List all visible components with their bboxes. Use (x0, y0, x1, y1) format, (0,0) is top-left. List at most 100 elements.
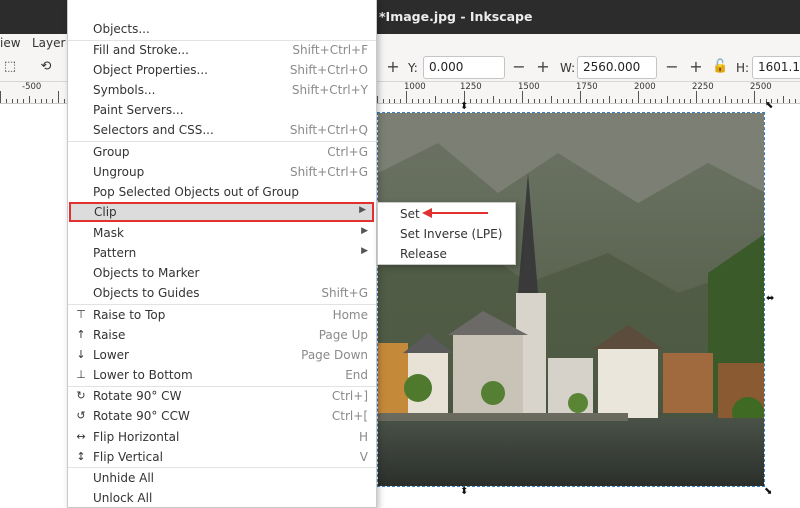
ruler-tick (626, 99, 627, 103)
ruler-tick (52, 99, 53, 103)
w-decrement-button[interactable]: − (660, 56, 684, 79)
ruler-tick (725, 96, 726, 103)
ruler-tick (557, 99, 558, 103)
menu-item-unlock-all[interactable]: Unlock All (68, 488, 376, 508)
submenu-item-release[interactable]: Release (378, 244, 515, 264)
menu-item-unhide-all[interactable]: Unhide All (68, 468, 376, 488)
ruler-tick (696, 91, 697, 103)
ruler-tick (592, 99, 593, 103)
menu-item-raise-to-top[interactable]: ⊤ Raise to Top Home (68, 305, 376, 325)
menu-item-fill-and-stroke[interactable]: Fill and Stroke... Shift+Ctrl+F (68, 40, 376, 60)
ruler-tick (481, 99, 482, 103)
menu-item-flip-vertical[interactable]: ↕ Flip Vertical V (68, 447, 376, 467)
ruler-tick (539, 99, 540, 103)
ruler-tick (551, 96, 552, 103)
ruler-tick (516, 99, 517, 103)
menu-item-symbols[interactable]: Symbols... Shift+Ctrl+Y (68, 80, 376, 100)
submenu-arrow-icon: ▶ (361, 226, 368, 236)
rotate-icon[interactable]: ⟲ (38, 59, 54, 75)
ruler-tick (748, 99, 749, 103)
ruler-tick (58, 91, 59, 103)
ruler-tick (493, 96, 494, 103)
ruler-tick (789, 99, 790, 103)
y-increment-button[interactable]: + (531, 56, 555, 79)
submenu-item-label: Set Inverse (LPE) (400, 227, 503, 241)
ruler-tick (742, 99, 743, 103)
x-increment-button[interactable]: + (381, 56, 405, 79)
menu-item-label: Objects to Guides (93, 286, 200, 300)
ruler-tick (737, 99, 738, 103)
ruler-tick (667, 96, 668, 103)
lower-icon: ↓ (76, 348, 86, 361)
window-title: *Image.jpg - Inkscape (379, 9, 533, 24)
menu-item-label: Paint Servers... (93, 103, 184, 117)
ruler-tick (400, 99, 401, 103)
ruler-tick (615, 99, 616, 103)
menu-item-label: Flip Horizontal (93, 430, 180, 444)
scale-handle-top[interactable]: ⬍ (460, 102, 468, 112)
menu-item-flip-horizontal[interactable]: ↔ Flip Horizontal H (68, 427, 376, 447)
menu-item-label: Ungroup (93, 165, 145, 179)
menu-layer[interactable]: Layer (32, 36, 65, 50)
menu-item-label: Rotate 90° CW (93, 389, 182, 403)
menu-item-label: Raise (93, 328, 126, 342)
ruler-tick (441, 99, 442, 103)
menu-item-lower-to-bottom[interactable]: ⊥ Lower to Bottom End (68, 365, 376, 385)
ruler-tick (586, 99, 587, 103)
menu-item-pop-out-of-group[interactable]: Pop Selected Objects out of Group (68, 182, 376, 202)
menu-item-ungroup[interactable]: Ungroup Shift+Ctrl+G (68, 162, 376, 182)
lock-icon[interactable]: 🔓 (712, 59, 728, 75)
ruler-tick (644, 99, 645, 103)
menu-item-shortcut: Shift+Ctrl+Y (291, 83, 368, 97)
y-label: Y: (408, 61, 418, 75)
menu-item-label: Raise to Top (93, 308, 166, 322)
selected-image[interactable] (377, 112, 765, 487)
menu-item-mask[interactable]: Mask ▶ (68, 223, 376, 243)
menu-item-label: Objects to Marker (93, 266, 200, 280)
menu-item-shortcut: Shift+Ctrl+O (289, 63, 368, 77)
menu-item-rotate-cw[interactable]: ↻ Rotate 90° CW Ctrl+] (68, 386, 376, 406)
ruler-tick (719, 99, 720, 103)
menu-item-objects-to-marker[interactable]: Objects to Marker (68, 263, 376, 283)
w-input[interactable]: 2560.000 (577, 56, 657, 79)
y-decrement-button[interactable]: − (507, 56, 531, 79)
ruler-tick (795, 99, 796, 103)
ruler-tick (470, 99, 471, 103)
raise-icon: ↑ (76, 328, 86, 341)
menu-item-raise[interactable]: ↑ Raise Page Up (68, 325, 376, 345)
h-input[interactable]: 1601.19 (752, 56, 800, 79)
scale-handle-top-right[interactable]: ⬉ (765, 101, 773, 111)
y-input[interactable]: 0.000 (423, 56, 505, 79)
menu-item-shortcut: Shift+Ctrl+G (289, 165, 368, 179)
menu-item-shortcut: V (359, 450, 368, 464)
menu-item-objects[interactable]: Objects... (68, 19, 376, 39)
menu-item-clip[interactable]: Clip ▶ (69, 202, 374, 222)
menu-item-pattern[interactable]: Pattern ▶ (68, 243, 376, 263)
ruler-tick (574, 99, 575, 103)
menu-item-rotate-ccw[interactable]: ↺ Rotate 90° CCW Ctrl+[ (68, 406, 376, 426)
scale-handle-bottom-right[interactable]: ⬊ (764, 487, 772, 497)
menu-item-object-properties[interactable]: Object Properties... Shift+Ctrl+O (68, 60, 376, 80)
scale-handle-bottom[interactable]: ⬍ (460, 487, 468, 497)
lower-to-bottom-icon: ⊥ (76, 368, 86, 381)
scale-handle-right[interactable]: ⬌ (766, 294, 774, 304)
menu-item-paint-servers[interactable]: Paint Servers... (68, 100, 376, 120)
menu-item-selectors-and-css[interactable]: Selectors and CSS... Shift+Ctrl+Q (68, 120, 376, 140)
menu-item-objects-to-guides[interactable]: Objects to Guides Shift+G (68, 283, 376, 303)
submenu-item-set-inverse[interactable]: Set Inverse (LPE) (378, 224, 515, 244)
ruler-tick (522, 91, 523, 103)
ruler-tick (690, 99, 691, 103)
ruler-tick (534, 99, 535, 103)
ruler-tick (783, 96, 784, 103)
menu-item-label: Fill and Stroke... (93, 43, 189, 57)
ruler-tick (377, 96, 378, 103)
ruler-tick (632, 99, 633, 103)
menu-view[interactable]: iew (0, 36, 21, 50)
menu-item-label: Lower (93, 348, 129, 362)
w-increment-button[interactable]: + (684, 56, 708, 79)
ruler-tick (661, 99, 662, 103)
menu-item-label: Lower to Bottom (93, 368, 193, 382)
menu-item-group[interactable]: Group Ctrl+G (68, 142, 376, 162)
select-box-icon[interactable]: ⬚ (2, 59, 18, 75)
menu-item-lower[interactable]: ↓ Lower Page Down (68, 345, 376, 365)
